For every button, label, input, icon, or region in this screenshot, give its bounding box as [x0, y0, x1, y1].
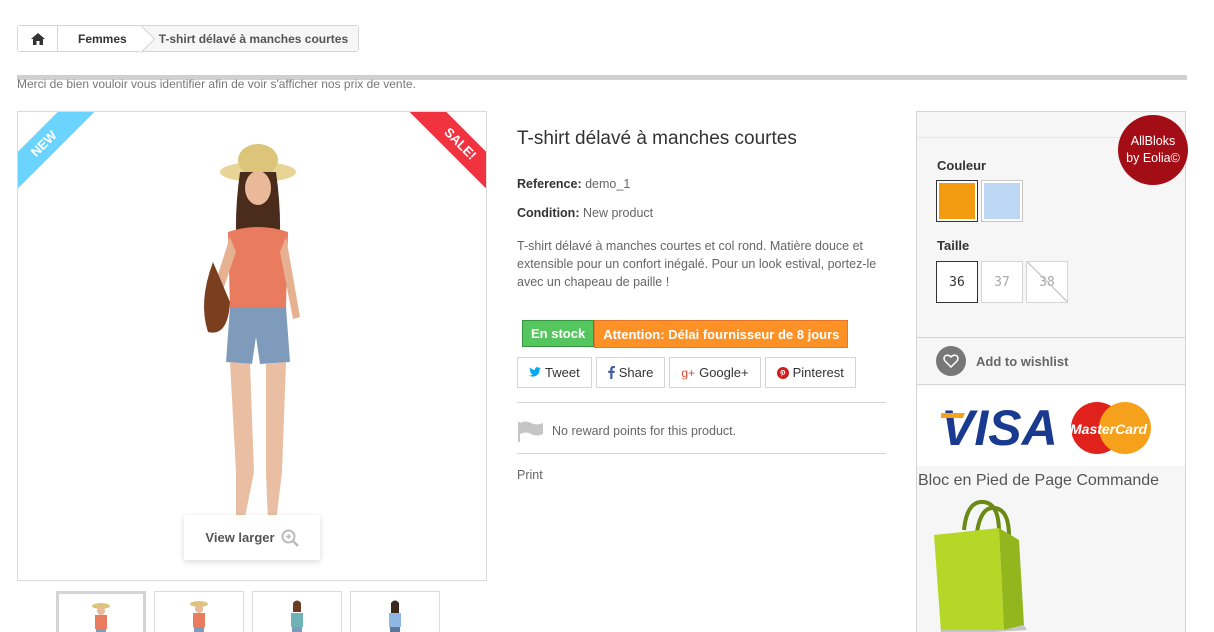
thumbnail-image — [190, 601, 208, 632]
reward-points: No reward points for this product. — [517, 420, 736, 442]
home-icon — [30, 32, 45, 45]
view-larger-button[interactable]: View larger — [184, 515, 320, 560]
color-label: Couleur — [937, 158, 987, 173]
share-button[interactable]: Share — [595, 357, 666, 388]
size-label: Taille — [937, 238, 970, 253]
color-fill — [939, 183, 975, 219]
separator — [517, 453, 886, 454]
thumbnail-image — [291, 600, 303, 632]
reference-line: Reference: demo_1 — [517, 177, 630, 191]
share-label: Share — [618, 365, 654, 380]
breadcrumb-item-femmes[interactable]: Femmes — [58, 26, 141, 51]
view-larger-label: View larger — [205, 530, 275, 545]
tweet-label: Tweet — [545, 365, 580, 380]
add-to-wishlist-button[interactable]: Add to wishlist — [917, 337, 1185, 385]
reference-label: Reference: — [517, 177, 582, 191]
visa-logo-icon: VISA — [941, 401, 1058, 451]
thumbnail-list — [56, 591, 440, 632]
product-image[interactable]: NEW SALE! View larger — [17, 111, 487, 581]
breadcrumb-current: T-shirt délavé à manches courtes — [140, 26, 359, 51]
google-plus-icon: g+ — [681, 365, 696, 380]
thumbnail-1[interactable] — [56, 591, 146, 632]
twitter-icon — [529, 367, 541, 377]
condition-value: New product — [582, 206, 654, 220]
social-share: Tweet Share g+ Google+ Pinterest — [517, 357, 856, 388]
facebook-icon — [607, 366, 615, 379]
separator — [517, 402, 886, 403]
reference-value: demo_1 — [585, 177, 631, 191]
print-link[interactable]: Print — [517, 468, 543, 482]
size-option-36[interactable]: 36 — [936, 261, 978, 303]
shopping-bag-icon — [934, 500, 1027, 632]
payment-logos: VISA MasterCard — [917, 386, 1185, 466]
svg-text:VISA: VISA — [941, 401, 1058, 451]
google-plus-label: Google+ — [699, 365, 749, 380]
mastercard-logo-icon: MasterCard — [1070, 402, 1151, 454]
thumbnail-3[interactable] — [252, 591, 342, 632]
breadcrumb: Femmes T-shirt délavé à manches courtes — [17, 25, 360, 52]
size-option-37[interactable]: 37 — [981, 261, 1023, 303]
zoom-in-icon — [281, 529, 299, 547]
sale-label: SALE! — [404, 112, 486, 200]
product-description: T-shirt délavé à manches courtes et col … — [517, 239, 877, 289]
heart-icon — [936, 346, 966, 376]
condition-line: Condition: New product — [517, 206, 653, 220]
sale-ribbon: SALE! — [395, 112, 486, 203]
mastercard-text: MasterCard — [1070, 421, 1147, 437]
google-plus-button[interactable]: g+ Google+ — [669, 357, 761, 388]
condition-label: Condition: — [517, 206, 580, 220]
footer-block-title: Bloc en Pied de Page Commande — [918, 472, 1160, 489]
product-options-box: Couleur Taille 36 37 38 Add to wishlist … — [916, 111, 1186, 632]
thumbnail-2[interactable] — [154, 591, 244, 632]
allbloks-badge[interactable]: AllBloks by Eolia© — [1118, 115, 1188, 185]
tweet-button[interactable]: Tweet — [517, 357, 592, 388]
new-label: NEW — [18, 112, 100, 200]
allbloks-line2: by Eolia© — [1126, 151, 1180, 165]
color-swatch-orange[interactable] — [936, 180, 978, 222]
size-option-38[interactable]: 38 — [1026, 261, 1068, 303]
new-ribbon: NEW — [18, 112, 109, 203]
thumbnail-image — [92, 603, 110, 632]
supplier-delay-badge: Attention: Délai fournisseur de 8 jours — [594, 320, 849, 348]
color-swatch-blue[interactable] — [981, 180, 1023, 222]
wishlist-label: Add to wishlist — [976, 353, 1069, 369]
pinterest-label: Pinterest — [792, 365, 844, 380]
reward-text: No reward points for this product. — [552, 424, 737, 438]
breadcrumb-home[interactable] — [18, 26, 58, 51]
flag-icon — [518, 421, 543, 442]
model-photo — [204, 144, 300, 537]
availability: En stock Attention: Délai fournisseur de… — [522, 320, 849, 348]
login-notice: Merci de bien vouloir vous identifier af… — [17, 77, 416, 91]
thumbnail-4[interactable] — [350, 591, 440, 632]
pinterest-button[interactable]: Pinterest — [764, 357, 856, 388]
allbloks-line1: AllBloks — [1130, 134, 1176, 148]
stock-badge: En stock — [522, 320, 595, 347]
product-title: T-shirt délavé à manches courtes — [517, 128, 797, 149]
pinterest-icon — [776, 366, 789, 379]
thumbnail-image — [389, 600, 401, 632]
color-fill — [984, 183, 1020, 219]
